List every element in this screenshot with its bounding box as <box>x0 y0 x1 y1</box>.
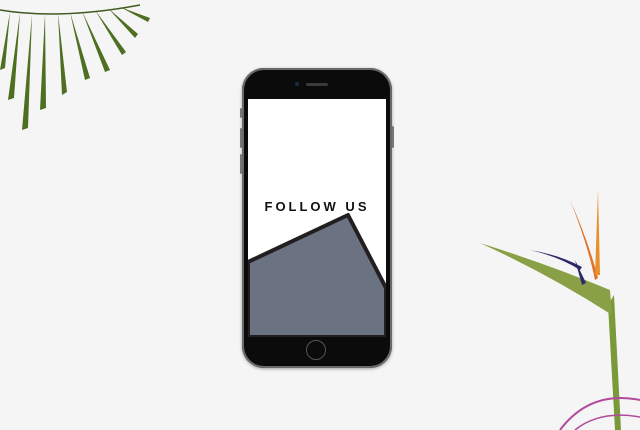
power-button <box>392 126 394 148</box>
palm-leaf-decoration <box>0 0 150 130</box>
phone-screen: FOLLOW US <box>248 99 386 337</box>
phone-mockup: FOLLOW US <box>240 68 394 368</box>
geometric-shape <box>248 213 386 337</box>
bird-of-paradise-flower-decoration <box>480 190 640 430</box>
volume-up-button <box>240 128 242 148</box>
speaker-grille <box>306 83 328 86</box>
volume-down-button <box>240 154 242 174</box>
front-camera-icon <box>295 82 299 86</box>
mute-switch <box>240 108 242 118</box>
home-button[interactable] <box>306 340 326 360</box>
